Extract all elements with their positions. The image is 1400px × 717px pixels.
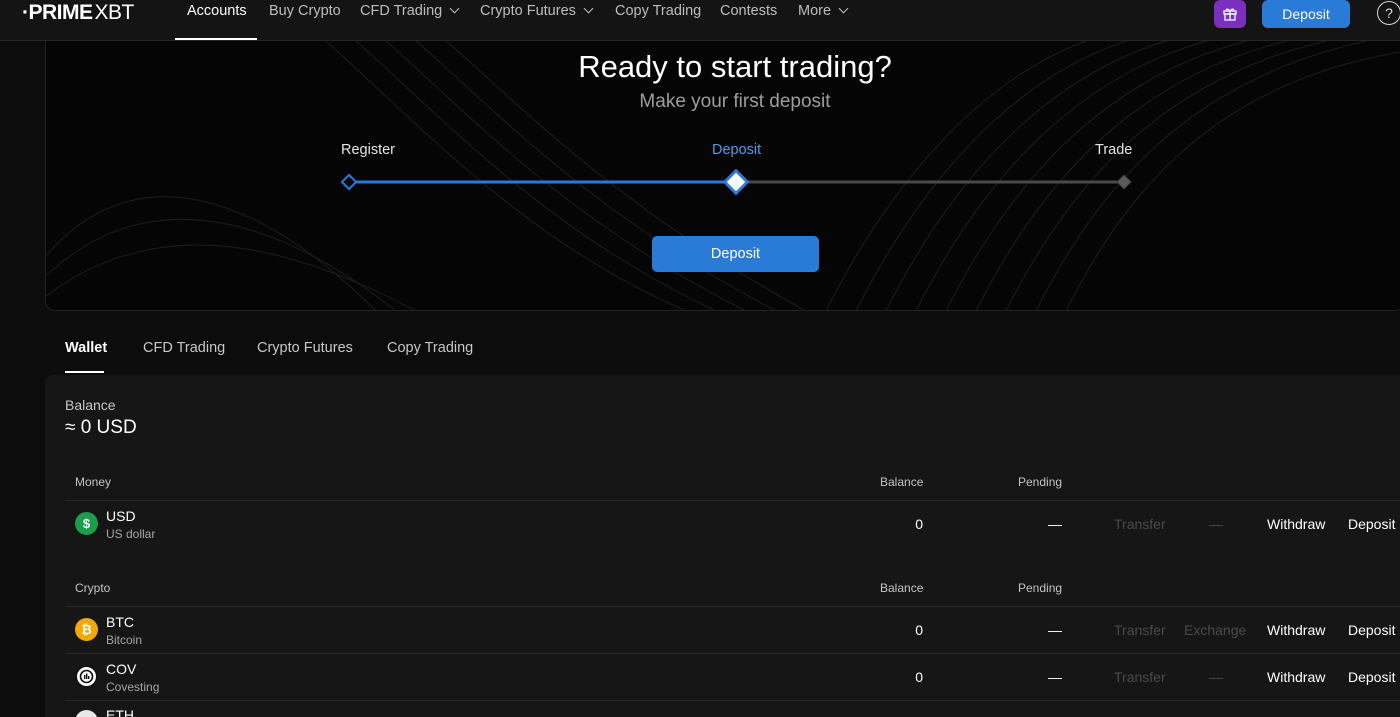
nav-active-indicator [175,38,257,40]
tab-cfd-trading[interactable]: CFD Trading [143,340,225,356]
dollar-icon: $ [75,512,98,535]
asset-balance: 0 [915,516,923,532]
gift-icon [1223,8,1237,21]
crypto-balance-header: Balance [880,581,924,595]
chevron-down-icon [838,3,849,14]
nav-crypto-futures[interactable]: Crypto Futures [480,3,594,19]
chevron-down-icon [583,3,594,14]
transfer-button[interactable]: Transfer [1114,516,1166,532]
asset-pending: — [1048,622,1062,638]
transfer-button[interactable]: Transfer [1114,622,1166,638]
asset-code: BTC [106,614,134,630]
row-divider [65,500,1400,501]
asset-pending: — [1048,669,1062,685]
wallet-panel [45,375,1400,717]
top-navbar: ·PRIMEXBT Accounts Buy Crypto CFD Tradin… [0,0,1400,41]
tab-active-indicator [65,371,104,373]
chevron-down-icon [449,3,460,14]
primexbt-logo[interactable]: ·PRIMEXBT [22,1,134,25]
asset-balance: 0 [915,669,923,685]
nav-buy-crypto[interactable]: Buy Crypto [269,3,341,19]
transfer-button[interactable]: Transfer [1114,669,1166,685]
crypto-pending-header: Pending [1018,581,1063,595]
asset-code: USD [106,508,136,524]
row-divider [65,606,1400,607]
asset-code: ETH [106,707,134,717]
exchange-button: — [1209,669,1223,685]
step-deposit-marker [722,168,750,196]
tab-crypto-futures[interactable]: Crypto Futures [257,340,353,356]
tab-wallet[interactable]: Wallet [65,340,107,356]
asset-name: Bitcoin [106,633,143,647]
deposit-button[interactable]: Deposit [1348,622,1395,638]
row-divider [65,700,1400,701]
asset-name: Covesting [106,680,160,694]
deposit-button[interactable]: Deposit [1348,669,1395,685]
balance-value: ≈ 0 USD [65,417,137,438]
money-section-header: Money [75,475,112,489]
nav-more[interactable]: More [798,3,849,19]
covesting-icon [75,665,98,688]
money-balance-header: Balance [880,475,924,489]
withdraw-button[interactable]: Withdraw [1267,516,1325,532]
nav-contests[interactable]: Contests [720,3,777,19]
tab-copy-trading[interactable]: Copy Trading [387,340,473,356]
balance-label: Balance [65,397,116,413]
withdraw-button[interactable]: Withdraw [1267,669,1325,685]
crypto-section-header: Crypto [75,581,111,595]
nav-accounts[interactable]: Accounts [187,3,247,19]
logo-sub: XBT [94,1,135,24]
logo-main: ·PRIME [22,1,93,24]
exchange-button[interactable]: Exchange [1184,622,1246,638]
covesting-glyph [79,669,94,684]
bitcoin-icon: ₿ [75,618,98,641]
asset-code: COV [106,661,137,677]
row-divider [65,653,1400,654]
deposit-button[interactable]: Deposit [1348,516,1395,532]
onboarding-banner: Ready to start trading? Make your first … [45,41,1400,311]
asset-name: US dollar [106,527,156,541]
asset-balance: 0 [915,622,923,638]
gift-button[interactable] [1214,0,1246,28]
header-deposit-button[interactable]: Deposit [1262,0,1350,28]
help-icon[interactable]: ? [1377,1,1400,25]
hero-deposit-button[interactable]: Deposit [652,236,819,272]
step-register-marker [340,173,358,191]
asset-pending: — [1048,516,1062,532]
nav-cfd-trading[interactable]: CFD Trading [360,3,460,19]
money-pending-header: Pending [1018,475,1063,489]
exchange-button: — [1209,516,1223,532]
nav-copy-trading[interactable]: Copy Trading [615,3,701,19]
withdraw-button[interactable]: Withdraw [1267,622,1325,638]
step-trade-marker [1116,174,1132,190]
